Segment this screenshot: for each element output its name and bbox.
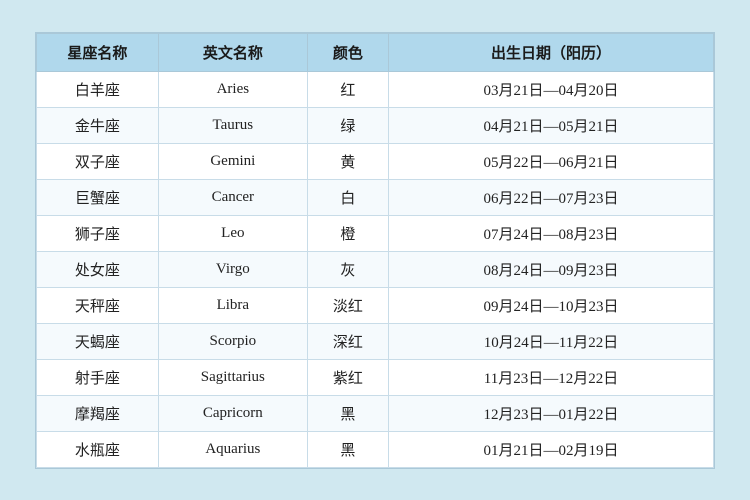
cell-cn: 水瓶座 (37, 431, 159, 467)
cell-en: Leo (158, 215, 307, 251)
table-row: 巨蟹座Cancer白06月22日—07月23日 (37, 179, 714, 215)
cell-cn: 狮子座 (37, 215, 159, 251)
table-row: 射手座Sagittarius紫红11月23日—12月22日 (37, 359, 714, 395)
header-en: 英文名称 (158, 33, 307, 71)
cell-date: 09月24日—10月23日 (389, 287, 714, 323)
header-cn: 星座名称 (37, 33, 159, 71)
cell-date: 12月23日—01月22日 (389, 395, 714, 431)
cell-color: 红 (307, 71, 388, 107)
table-row: 天秤座Libra淡红09月24日—10月23日 (37, 287, 714, 323)
cell-color: 白 (307, 179, 388, 215)
cell-en: Virgo (158, 251, 307, 287)
cell-date: 01月21日—02月19日 (389, 431, 714, 467)
table-row: 摩羯座Capricorn黑12月23日—01月22日 (37, 395, 714, 431)
cell-date: 03月21日—04月20日 (389, 71, 714, 107)
cell-en: Sagittarius (158, 359, 307, 395)
cell-en: Libra (158, 287, 307, 323)
cell-cn: 摩羯座 (37, 395, 159, 431)
cell-en: Taurus (158, 107, 307, 143)
cell-date: 07月24日—08月23日 (389, 215, 714, 251)
cell-en: Gemini (158, 143, 307, 179)
cell-date: 10月24日—11月22日 (389, 323, 714, 359)
header-color: 颜色 (307, 33, 388, 71)
cell-date: 11月23日—12月22日 (389, 359, 714, 395)
cell-color: 黄 (307, 143, 388, 179)
table-row: 处女座Virgo灰08月24日—09月23日 (37, 251, 714, 287)
cell-cn: 射手座 (37, 359, 159, 395)
cell-color: 黑 (307, 395, 388, 431)
table-row: 天蝎座Scorpio深红10月24日—11月22日 (37, 323, 714, 359)
cell-date: 06月22日—07月23日 (389, 179, 714, 215)
cell-date: 04月21日—05月21日 (389, 107, 714, 143)
cell-en: Cancer (158, 179, 307, 215)
zodiac-table-wrapper: 星座名称 英文名称 颜色 出生日期（阳历） 白羊座Aries红03月21日—04… (35, 32, 715, 469)
cell-cn: 金牛座 (37, 107, 159, 143)
cell-color: 紫红 (307, 359, 388, 395)
cell-cn: 处女座 (37, 251, 159, 287)
cell-cn: 白羊座 (37, 71, 159, 107)
cell-en: Aries (158, 71, 307, 107)
cell-cn: 巨蟹座 (37, 179, 159, 215)
cell-date: 08月24日—09月23日 (389, 251, 714, 287)
table-row: 白羊座Aries红03月21日—04月20日 (37, 71, 714, 107)
cell-color: 橙 (307, 215, 388, 251)
cell-en: Aquarius (158, 431, 307, 467)
cell-color: 绿 (307, 107, 388, 143)
cell-color: 灰 (307, 251, 388, 287)
cell-color: 深红 (307, 323, 388, 359)
cell-color: 黑 (307, 431, 388, 467)
header-date: 出生日期（阳历） (389, 33, 714, 71)
table-header-row: 星座名称 英文名称 颜色 出生日期（阳历） (37, 33, 714, 71)
table-row: 双子座Gemini黄05月22日—06月21日 (37, 143, 714, 179)
table-row: 狮子座Leo橙07月24日—08月23日 (37, 215, 714, 251)
cell-en: Scorpio (158, 323, 307, 359)
cell-date: 05月22日—06月21日 (389, 143, 714, 179)
cell-cn: 双子座 (37, 143, 159, 179)
table-row: 金牛座Taurus绿04月21日—05月21日 (37, 107, 714, 143)
cell-cn: 天蝎座 (37, 323, 159, 359)
cell-en: Capricorn (158, 395, 307, 431)
cell-cn: 天秤座 (37, 287, 159, 323)
zodiac-table: 星座名称 英文名称 颜色 出生日期（阳历） 白羊座Aries红03月21日—04… (36, 33, 714, 468)
table-row: 水瓶座Aquarius黑01月21日—02月19日 (37, 431, 714, 467)
cell-color: 淡红 (307, 287, 388, 323)
